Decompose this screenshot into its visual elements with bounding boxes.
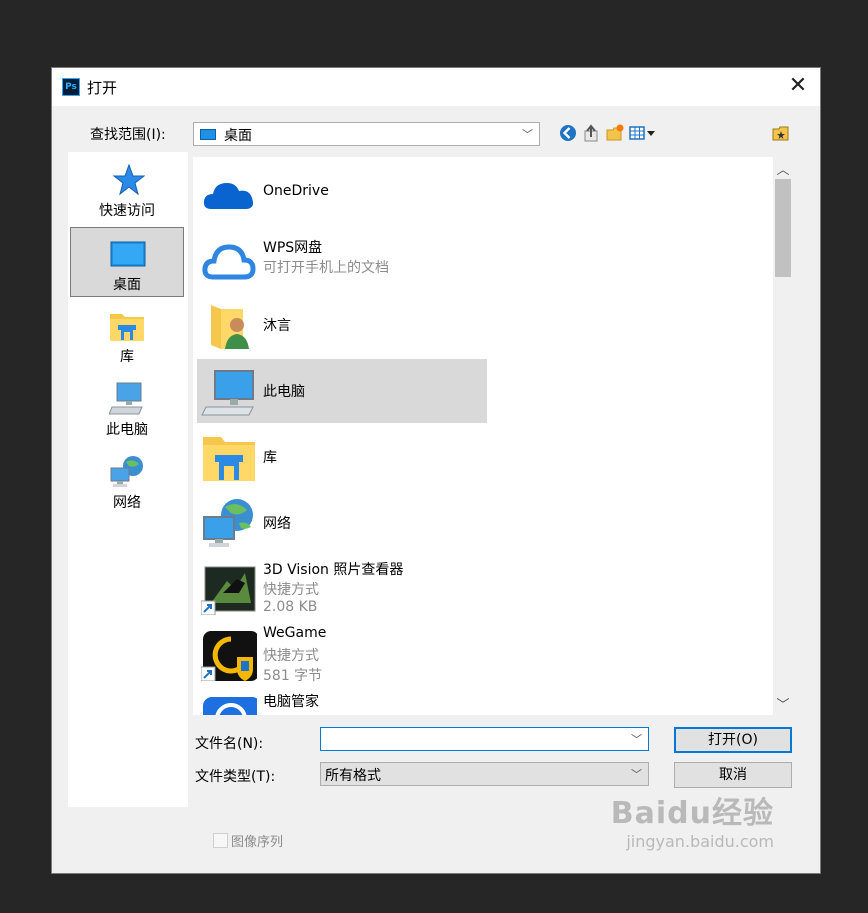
chevron-up-icon[interactable]: ︿ <box>774 159 792 178</box>
cancel-button[interactable]: 取消 <box>674 762 792 788</box>
list-item-network[interactable]: 网络 <box>197 491 487 555</box>
view-menu-icon[interactable] <box>628 123 658 143</box>
chevron-down-icon[interactable]: ﹀ <box>774 694 792 713</box>
desktop-icon <box>110 241 146 267</box>
watermark-brand: Baidu经验 <box>610 796 774 831</box>
image-sequence-checkbox[interactable] <box>213 833 228 848</box>
file-size: 2.08 KB <box>263 599 318 615</box>
file-name: OneDrive <box>263 183 329 199</box>
library-icon <box>110 314 144 341</box>
place-desktop[interactable]: 桌面 <box>70 227 184 297</box>
pc-manager-icon <box>203 697 257 715</box>
star-icon <box>112 163 145 196</box>
back-icon[interactable] <box>558 123 578 143</box>
desktop-icon <box>200 129 216 140</box>
place-label: 库 <box>120 349 134 365</box>
file-size: 581 字节 <box>263 668 323 684</box>
image-sequence-label: 图像序列 <box>231 835 284 850</box>
file-name: 沐言 <box>263 318 291 334</box>
chevron-down-icon: ﹀ <box>522 128 533 141</box>
network-icon <box>203 499 253 547</box>
watermark-url: jingyan.baidu.com <box>626 832 774 851</box>
file-name: 库 <box>263 450 277 466</box>
scrollbar-thumb[interactable] <box>775 179 791 277</box>
list-item-user-folder[interactable]: 沐言 <box>197 293 487 357</box>
file-name: 此电脑 <box>263 384 305 400</box>
cloud-icon <box>202 244 256 280</box>
file-list: OneDrive WPS网盘 可打开手机上的文档 沐言 此电脑 库 网络 3D … <box>193 157 773 715</box>
place-label: 桌面 <box>113 277 141 293</box>
look-in-value: 桌面 <box>224 128 252 144</box>
filetype-label: 文件类型(T): <box>195 769 276 785</box>
library-icon <box>203 437 255 481</box>
list-item-wegame[interactable]: WeGame 快捷方式 581 字节 <box>197 623 487 687</box>
wegame-icon <box>201 631 257 681</box>
list-item-pc-manager[interactable]: 电脑管家 <box>197 689 487 715</box>
place-label: 快速访问 <box>99 203 155 219</box>
watermark: Baidu经验 jingyan.baidu.com <box>611 788 774 851</box>
filename-input[interactable]: ﹀ <box>320 727 649 751</box>
open-dialog: Ps 打开 ✕ 查找范围(I): 桌面 ﹀ 快速访问 桌面 库 此电脑 网络 O… <box>51 67 821 874</box>
file-subtitle: 可打开手机上的文档 <box>263 260 389 276</box>
photoshop-icon: Ps <box>62 78 80 96</box>
new-folder-icon[interactable] <box>605 123 625 143</box>
computer-icon <box>109 382 143 415</box>
place-this-pc[interactable]: 此电脑 <box>70 373 184 443</box>
filetype-select[interactable]: 所有格式 ﹀ <box>320 762 649 786</box>
list-item-this-pc[interactable]: 此电脑 <box>197 359 487 423</box>
dialog-title: 打开 <box>87 79 118 97</box>
chevron-down-icon: ﹀ <box>631 768 642 781</box>
up-folder-icon[interactable] <box>582 123 602 143</box>
open-button[interactable]: 打开(O) <box>674 727 792 753</box>
list-item-library[interactable]: 库 <box>197 425 487 489</box>
file-name: 电脑管家 <box>263 694 319 710</box>
network-icon <box>110 456 143 487</box>
file-subtitle: 快捷方式 <box>263 582 319 598</box>
places-bar: 快速访问 桌面 库 此电脑 网络 <box>68 152 188 807</box>
file-name: 网络 <box>263 516 291 532</box>
onedrive-icon <box>203 183 254 209</box>
title-bar: Ps 打开 ✕ <box>52 68 820 106</box>
vertical-scrollbar[interactable]: ︿ ﹀ <box>774 157 792 715</box>
user-folder-icon <box>211 305 249 349</box>
chevron-down-icon[interactable]: ﹀ <box>631 731 642 747</box>
list-item-onedrive[interactable]: OneDrive <box>197 161 487 225</box>
computer-icon <box>201 370 254 416</box>
place-library[interactable]: 库 <box>70 300 184 370</box>
look-in-label: 查找范围(I): <box>90 127 166 143</box>
list-item-3d-vision[interactable]: 3D Vision 照片查看器 快捷方式 2.08 KB <box>197 557 487 621</box>
file-name: WeGame <box>263 625 327 641</box>
filename-label: 文件名(N): <box>195 736 264 752</box>
look-in-combo[interactable]: 桌面 ﹀ <box>193 122 540 146</box>
file-subtitle: 快捷方式 <box>263 648 319 664</box>
close-icon[interactable]: ✕ <box>786 74 810 98</box>
3d-vision-icon <box>201 566 256 615</box>
list-item-wps-cloud[interactable]: WPS网盘 可打开手机上的文档 <box>197 227 487 291</box>
filetype-value: 所有格式 <box>325 768 381 784</box>
place-quick-access[interactable]: 快速访问 <box>70 154 184 224</box>
file-name: WPS网盘 <box>263 240 323 256</box>
file-name: 3D Vision 照片查看器 <box>263 562 404 578</box>
bookmark-icon[interactable] <box>771 123 791 143</box>
place-network[interactable]: 网络 <box>70 446 184 516</box>
place-label: 网络 <box>113 495 141 511</box>
place-label: 此电脑 <box>106 422 148 438</box>
